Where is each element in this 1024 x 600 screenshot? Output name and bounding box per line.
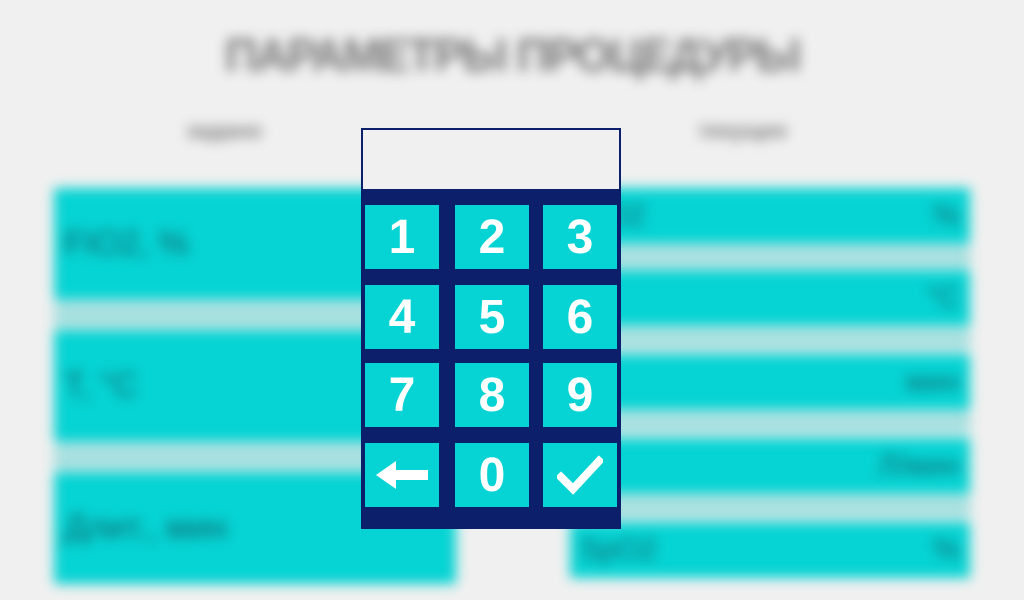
current-values-header: текущее: [698, 118, 788, 143]
row-separator: [570, 328, 970, 350]
current-param-row: мин: [570, 354, 970, 410]
key-7[interactable]: 7: [365, 363, 439, 427]
current-param-row: Л/мин: [570, 438, 970, 494]
key-0[interactable]: 0: [455, 443, 529, 507]
procedure-parameters-screen: ПАРАМЕТРЫ ПРОЦЕДУРЫ задано текущее FIO2,…: [0, 0, 1024, 600]
current-param-unit: Л/мин: [878, 449, 960, 482]
key-9[interactable]: 9: [543, 363, 617, 427]
current-param-row: FiO2 %: [570, 188, 970, 244]
row-separator: [570, 246, 970, 268]
row-separator: [570, 412, 970, 434]
current-param-unit: %: [933, 533, 960, 566]
current-param-unit: °C: [926, 281, 960, 314]
set-param-label: FIO2, %: [64, 224, 189, 263]
current-param-row: °C: [570, 270, 970, 326]
key-4[interactable]: 4: [365, 285, 439, 349]
key-2[interactable]: 2: [455, 205, 529, 269]
set-param-label: Длит., мин: [64, 508, 228, 547]
keypad-display: [363, 130, 619, 189]
set-values-header: задано: [186, 118, 262, 143]
current-param-label: SpO2: [580, 533, 657, 566]
page-title: ПАРАМЕТРЫ ПРОЦЕДУРЫ: [224, 29, 802, 81]
key-3[interactable]: 3: [543, 205, 617, 269]
backspace-button[interactable]: [365, 443, 439, 507]
checkmark-icon: [557, 455, 603, 495]
confirm-button[interactable]: [543, 443, 617, 507]
set-param-label: T, °C: [64, 366, 139, 405]
numeric-keypad: 1 2 3 4 5 6 7 8 9 0: [361, 128, 621, 529]
row-separator: [570, 496, 970, 518]
key-1[interactable]: 1: [365, 205, 439, 269]
current-param-unit: мин: [906, 365, 960, 398]
key-5[interactable]: 5: [455, 285, 529, 349]
left-arrow-icon: [376, 461, 428, 489]
key-6[interactable]: 6: [543, 285, 617, 349]
current-param-row: SpO2 %: [570, 522, 970, 578]
current-param-unit: %: [933, 199, 960, 232]
key-8[interactable]: 8: [455, 363, 529, 427]
